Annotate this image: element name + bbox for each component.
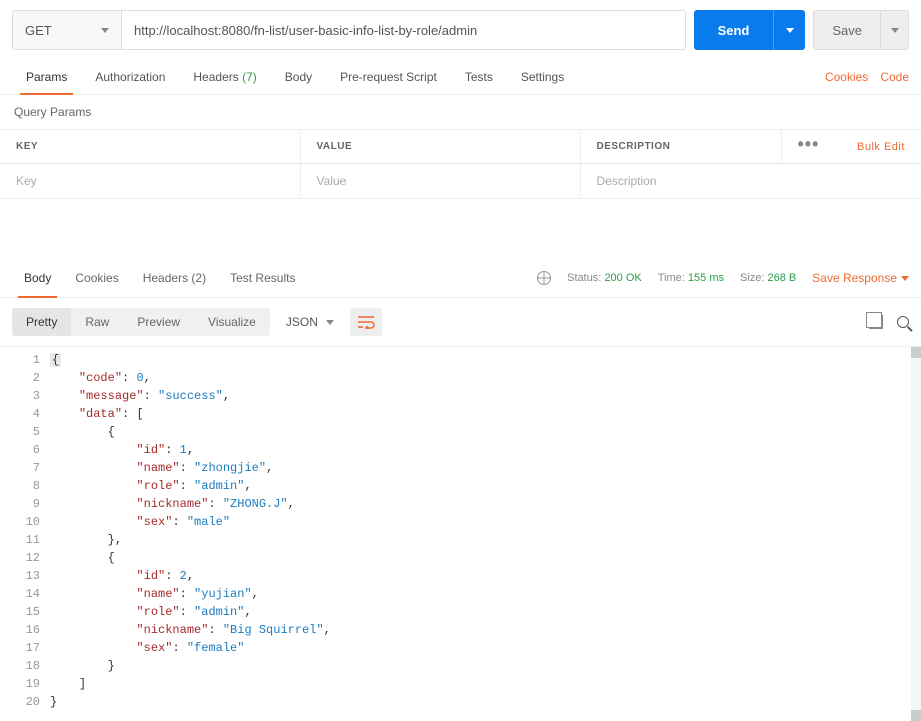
scrollbar[interactable] (911, 347, 921, 721)
spacer (0, 199, 921, 259)
response-toolbar: Pretty Raw Preview Visualize JSON (0, 298, 921, 346)
view-visualize[interactable]: Visualize (194, 308, 270, 336)
bulk-edit-link[interactable]: Bulk Edit (857, 141, 905, 153)
tab-headers-count: (7) (242, 70, 257, 84)
params-table: KEY VALUE DESCRIPTION ••• Bulk Edit Key … (0, 130, 921, 199)
format-select[interactable]: JSON (276, 309, 344, 335)
chevron-down-icon (901, 276, 909, 281)
resp-tab-cookies[interactable]: Cookies (63, 259, 130, 297)
tab-body[interactable]: Body (271, 60, 326, 94)
key-cell[interactable]: Key (0, 164, 300, 199)
time-value: 155 ms (688, 272, 724, 284)
chevron-down-icon (891, 28, 899, 33)
toolbar-right (869, 315, 909, 329)
format-value: JSON (286, 315, 318, 329)
query-params-header: Query Params (0, 95, 921, 130)
search-icon[interactable] (897, 316, 909, 328)
size-group: Size: 268 B (740, 272, 796, 284)
view-pretty[interactable]: Pretty (12, 308, 71, 336)
toolbar-left: Pretty Raw Preview Visualize JSON (12, 308, 382, 336)
copy-icon[interactable] (869, 315, 883, 329)
method-select[interactable]: GET (12, 10, 122, 50)
response-header: Body Cookies Headers (2) Test Results St… (0, 259, 921, 298)
tab-params[interactable]: Params (12, 60, 81, 94)
status-value: 200 OK (604, 272, 641, 284)
tab-headers[interactable]: Headers (7) (179, 60, 270, 94)
col-desc-header: DESCRIPTION (580, 130, 781, 164)
value-cell[interactable]: Value (300, 164, 580, 199)
method-value: GET (25, 23, 52, 38)
time-label: Time: (658, 272, 685, 284)
code-link[interactable]: Code (880, 70, 909, 84)
params-header-row: KEY VALUE DESCRIPTION ••• Bulk Edit (0, 130, 921, 164)
col-bulk-header: Bulk Edit (841, 130, 921, 164)
chevron-down-icon (786, 28, 794, 33)
wrap-icon (357, 315, 375, 329)
save-button[interactable]: Save (813, 10, 881, 50)
wrap-lines-button[interactable] (350, 308, 382, 336)
send-dropdown[interactable] (773, 10, 805, 50)
more-icon[interactable]: ••• (798, 134, 820, 154)
size-value: 268 B (768, 272, 797, 284)
send-button[interactable]: Send (694, 10, 774, 50)
resp-tab-headers-label: Headers (143, 271, 188, 285)
status-label: Status: (567, 272, 601, 284)
col-actions-header: ••• (781, 130, 841, 164)
resp-tab-headers-count: (2) (191, 271, 206, 285)
save-group: Save (813, 10, 909, 50)
code-lines[interactable]: { "code": 0, "message": "success", "data… (50, 351, 921, 711)
view-preview[interactable]: Preview (123, 308, 194, 336)
resp-tab-headers[interactable]: Headers (2) (131, 259, 218, 297)
save-response-label: Save Response (812, 271, 897, 285)
view-raw[interactable]: Raw (71, 308, 123, 336)
request-bar: GET Send Save (0, 0, 921, 60)
chevron-down-icon (101, 28, 109, 33)
time-group: Time: 155 ms (658, 272, 724, 284)
line-gutter: 1234567891011121314151617181920 (0, 351, 50, 711)
size-label: Size: (740, 272, 764, 284)
response-body: 1234567891011121314151617181920 { "code"… (0, 346, 921, 721)
right-links: Cookies Code (825, 70, 909, 84)
col-key-header: KEY (0, 130, 300, 164)
tab-headers-label: Headers (193, 70, 238, 84)
resp-tab-test-results[interactable]: Test Results (218, 259, 307, 297)
desc-cell[interactable]: Description (580, 164, 921, 199)
save-dropdown[interactable] (881, 10, 909, 50)
col-value-header: VALUE (300, 130, 580, 164)
response-tabs: Body Cookies Headers (2) Test Results (12, 259, 307, 297)
tab-authorization[interactable]: Authorization (81, 60, 179, 94)
tab-tests[interactable]: Tests (451, 60, 507, 94)
response-status: Status: 200 OK Time: 155 ms Size: 268 B … (537, 271, 909, 285)
status-group: Status: 200 OK (567, 272, 642, 284)
request-tabs: Params Authorization Headers (7) Body Pr… (12, 60, 578, 94)
send-group: Send (694, 10, 806, 50)
globe-icon[interactable] (537, 271, 551, 285)
tab-settings[interactable]: Settings (507, 60, 578, 94)
request-tabs-row: Params Authorization Headers (7) Body Pr… (0, 60, 921, 95)
params-new-row[interactable]: Key Value Description (0, 164, 921, 199)
chevron-down-icon (326, 320, 334, 325)
tab-prerequest[interactable]: Pre-request Script (326, 60, 451, 94)
cookies-link[interactable]: Cookies (825, 70, 868, 84)
save-response-link[interactable]: Save Response (812, 271, 909, 285)
view-mode-tabs: Pretty Raw Preview Visualize (12, 308, 270, 336)
resp-tab-body[interactable]: Body (12, 259, 63, 297)
url-input[interactable] (122, 10, 686, 50)
